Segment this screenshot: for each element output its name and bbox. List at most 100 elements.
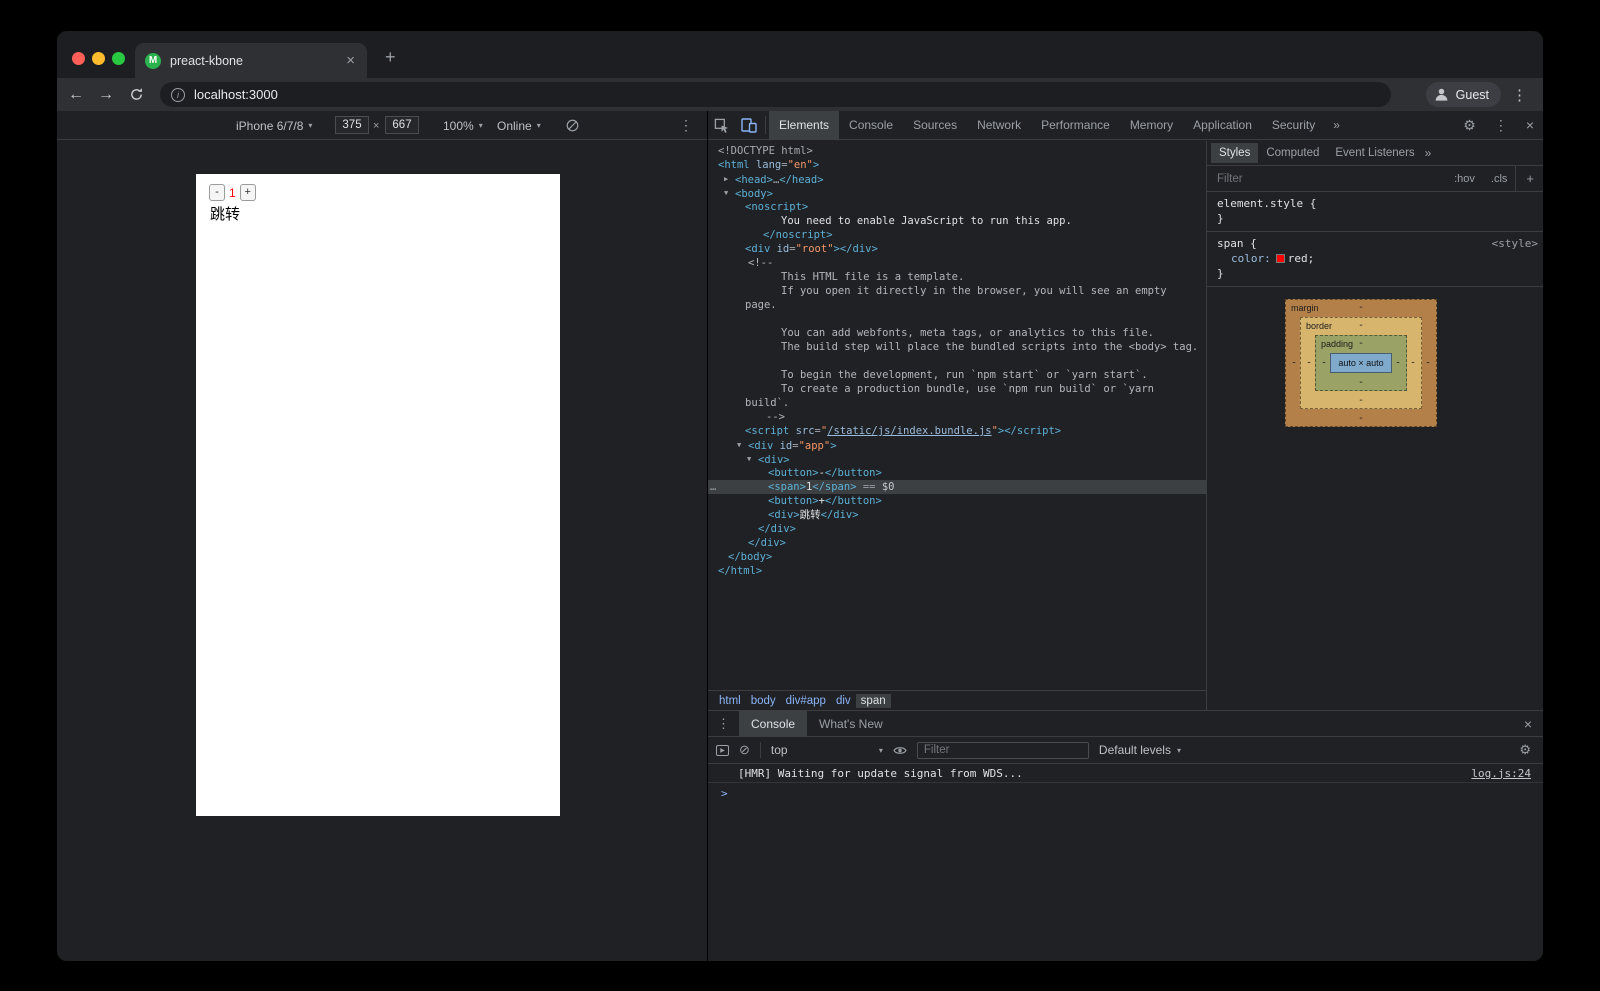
- elements-tree-line[interactable]: You need to enable JavaScript to run thi…: [708, 214, 1206, 228]
- style-rule-span[interactable]: span { <style> color:red; }: [1207, 232, 1543, 287]
- elements-tree-line[interactable]: </noscript>: [708, 228, 1206, 242]
- devtools-close-icon[interactable]: ×: [1517, 111, 1543, 140]
- box-model-content[interactable]: auto × auto: [1330, 353, 1392, 373]
- collapse-arrow-icon[interactable]: ▼: [737, 438, 748, 452]
- console-source-link[interactable]: log.js:24: [1471, 767, 1531, 780]
- elements-tree-line[interactable]: ▼<div id="app">: [708, 438, 1206, 452]
- expand-arrow-icon[interactable]: ▶: [724, 172, 735, 186]
- elements-tree-line[interactable]: <div id="root"></div>: [708, 242, 1206, 256]
- toggle-class-editor[interactable]: .cls: [1483, 166, 1516, 192]
- elements-tree-line[interactable]: page.: [708, 298, 1206, 312]
- new-style-rule-button[interactable]: +: [1515, 166, 1543, 192]
- styles-filter-input[interactable]: [1207, 173, 1446, 185]
- elements-tree-line[interactable]: <html lang="en">: [708, 158, 1206, 172]
- address-bar[interactable]: i localhost:3000: [160, 82, 1391, 107]
- increment-button[interactable]: +: [240, 184, 256, 201]
- log-levels-select[interactable]: Default levels ▾: [1099, 743, 1181, 757]
- device-toolbar-toggle[interactable]: [735, 111, 762, 140]
- elements-tree-line[interactable]: <div>跳转</div>: [708, 508, 1206, 522]
- box-model-border[interactable]: border - - - - padding - - - -: [1300, 317, 1422, 409]
- reload-button[interactable]: [121, 78, 151, 111]
- css-property-value[interactable]: red;: [1288, 252, 1315, 265]
- elements-tree-line[interactable]: <button>-</button>: [708, 466, 1206, 480]
- devtools-tab-application[interactable]: Application: [1183, 111, 1262, 140]
- styles-tab-computed[interactable]: Computed: [1258, 143, 1327, 163]
- more-sidebar-tabs-icon[interactable]: »: [1425, 146, 1432, 160]
- inspect-element-button[interactable]: [708, 111, 735, 140]
- toggle-hover-state[interactable]: :hov: [1446, 166, 1483, 192]
- box-model-margin[interactable]: margin - - - - border - - - - padding: [1285, 299, 1437, 427]
- breadcrumb-span[interactable]: span: [856, 694, 891, 708]
- elements-tree-line[interactable]: </body>: [708, 550, 1206, 564]
- elements-tree-line[interactable]: You can add webfonts, meta tags, or anal…: [708, 326, 1206, 340]
- console-settings-icon[interactable]: ⚙: [1515, 742, 1535, 758]
- console-tab-what-s-new[interactable]: What's New: [807, 711, 895, 737]
- devtools-tab-network[interactable]: Network: [967, 111, 1031, 140]
- traffic-light[interactable]: [72, 52, 85, 65]
- device-height-input[interactable]: [385, 116, 419, 134]
- styles-tab-event-listeners[interactable]: Event Listeners: [1327, 143, 1422, 163]
- devtools-tab-elements[interactable]: Elements: [769, 111, 839, 140]
- elements-tree-line[interactable]: <noscript>: [708, 200, 1206, 214]
- elements-tree-line[interactable]: The build step will place the bundled sc…: [708, 340, 1206, 354]
- devtools-tab-sources[interactable]: Sources: [903, 111, 967, 140]
- console-tab-console[interactable]: Console: [739, 711, 807, 737]
- throttling-select[interactable]: Online ▾: [497, 111, 541, 140]
- settings-gear-icon[interactable]: ⚙: [1454, 111, 1485, 140]
- devtools-tab-console[interactable]: Console: [839, 111, 903, 140]
- browser-menu-icon[interactable]: ⋮: [1508, 78, 1531, 111]
- device-select[interactable]: iPhone 6/7/8 ▾: [236, 111, 312, 140]
- elements-tree-line[interactable]: To begin the development, run `npm start…: [708, 368, 1206, 382]
- breadcrumb-div[interactable]: div: [831, 694, 856, 708]
- css-property-name[interactable]: color:: [1231, 252, 1271, 265]
- elements-tree-line[interactable]: ▼<div>: [708, 452, 1206, 466]
- elements-tree-line[interactable]: [708, 354, 1206, 368]
- box-model-padding[interactable]: padding - - - - auto × auto: [1315, 335, 1407, 391]
- elements-tree-line[interactable]: …<span>1</span> == $0: [708, 480, 1206, 494]
- back-button[interactable]: ←: [61, 78, 91, 111]
- collapse-arrow-icon[interactable]: ▼: [724, 186, 735, 200]
- stylesheet-origin[interactable]: <style>: [1492, 236, 1538, 251]
- breadcrumb-html[interactable]: html: [714, 694, 746, 708]
- breadcrumb-body[interactable]: body: [746, 694, 781, 708]
- collapse-arrow-icon[interactable]: ▼: [747, 452, 758, 466]
- elements-tree-line[interactable]: <script src="/static/js/index.bundle.js"…: [708, 424, 1206, 438]
- elements-tree-line[interactable]: </div>: [708, 522, 1206, 536]
- elements-tree-line[interactable]: ▶<head>…</head>: [708, 172, 1206, 186]
- decrement-button[interactable]: -: [209, 184, 225, 201]
- profile-button[interactable]: Guest: [1426, 82, 1501, 107]
- tab-close-icon[interactable]: ×: [344, 52, 357, 69]
- devtools-tab-performance[interactable]: Performance: [1031, 111, 1120, 140]
- elements-tree-line[interactable]: This HTML file is a template.: [708, 270, 1206, 284]
- devtools-tab-security[interactable]: Security: [1262, 111, 1325, 140]
- elements-tree-line[interactable]: If you open it directly in the browser, …: [708, 284, 1206, 298]
- elements-tree-line[interactable]: <!DOCTYPE html>: [708, 144, 1206, 158]
- device-menu-icon[interactable]: ⋮: [675, 111, 697, 140]
- elements-tree-line[interactable]: To create a production bundle, use `npm …: [708, 382, 1206, 396]
- zoom-select[interactable]: 100% ▾: [443, 111, 483, 140]
- console-sidebar-toggle[interactable]: ▶: [716, 745, 729, 756]
- jump-link[interactable]: 跳转: [210, 203, 240, 224]
- device-width-input[interactable]: [335, 116, 369, 134]
- traffic-light[interactable]: [92, 52, 105, 65]
- style-rule-element[interactable]: element.style { }: [1207, 192, 1543, 232]
- console-prompt-row[interactable]: >: [708, 783, 1543, 803]
- browser-tab[interactable]: M preact-kbone ×: [135, 43, 367, 78]
- eye-icon[interactable]: [893, 745, 907, 756]
- forward-button[interactable]: →: [91, 78, 121, 111]
- clear-console-icon[interactable]: ⊘: [739, 742, 750, 758]
- elements-tree-line[interactable]: <button>+</button>: [708, 494, 1206, 508]
- traffic-light[interactable]: [112, 52, 125, 65]
- new-tab-button[interactable]: +: [377, 43, 404, 72]
- elements-tree-line[interactable]: [708, 312, 1206, 326]
- drawer-menu-icon[interactable]: ⋮: [708, 716, 739, 732]
- elements-tree-line[interactable]: -->: [708, 410, 1206, 424]
- devtools-tab-memory[interactable]: Memory: [1120, 111, 1183, 140]
- console-filter-input[interactable]: [917, 742, 1089, 759]
- elements-tree-line[interactable]: </html>: [708, 564, 1206, 578]
- elements-tree-line[interactable]: ▼<body>: [708, 186, 1206, 200]
- rotate-button[interactable]: [565, 118, 580, 136]
- info-icon[interactable]: i: [171, 88, 185, 102]
- devtools-menu-icon[interactable]: ⋮: [1485, 111, 1517, 140]
- breadcrumb-div-app[interactable]: div#app: [781, 694, 831, 708]
